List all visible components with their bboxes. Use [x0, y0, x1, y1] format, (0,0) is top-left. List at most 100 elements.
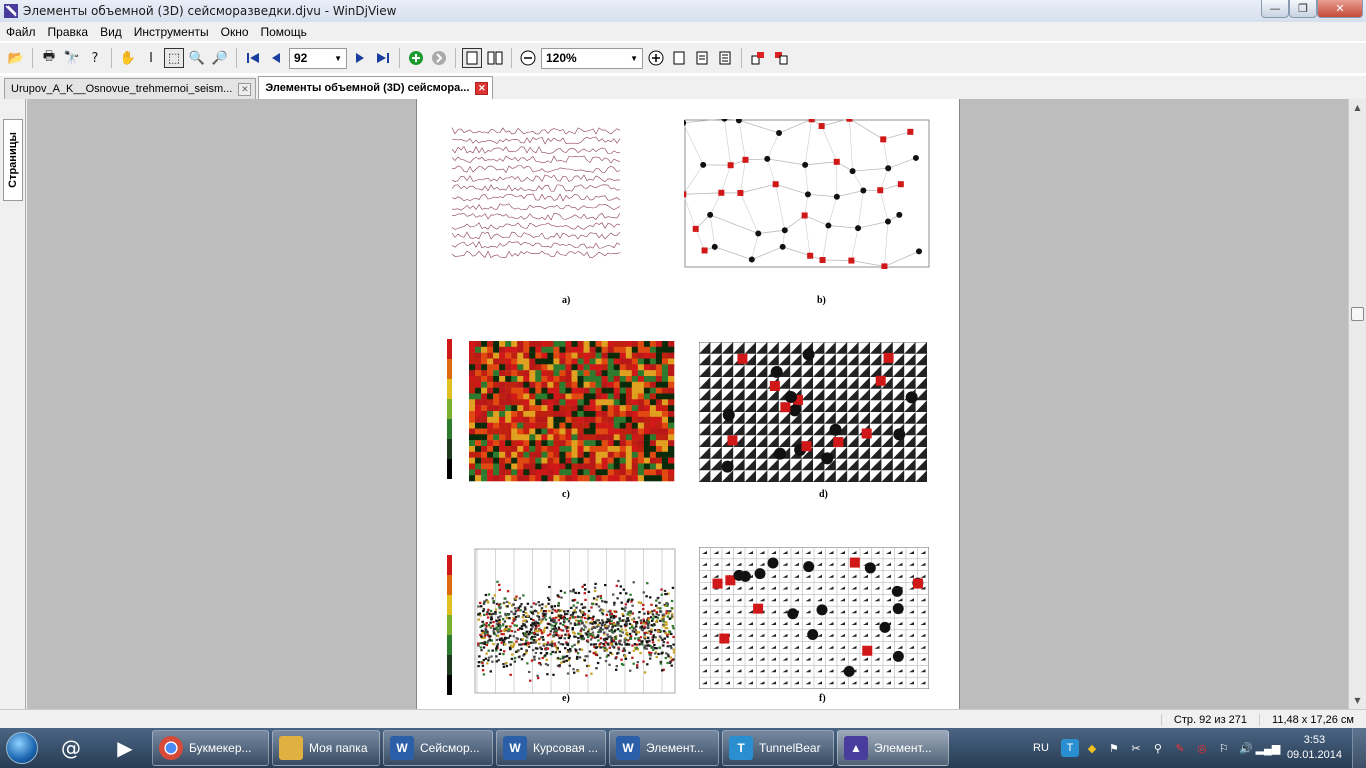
- single-page-icon[interactable]: [462, 48, 482, 68]
- hand-tool-icon[interactable]: ✋: [118, 48, 138, 68]
- grid-cell: [668, 405, 675, 412]
- mail-at-icon[interactable]: @: [46, 730, 96, 766]
- minimize-button[interactable]: —: [1261, 0, 1289, 18]
- find-binoculars-icon[interactable]: 🔭: [62, 48, 82, 68]
- task-windjview[interactable]: ▲ Элемент...: [837, 730, 949, 766]
- tab-elementy[interactable]: Элементы объемной (3D) сейсмора... ✕: [258, 76, 494, 99]
- scatter-point: [504, 614, 507, 617]
- task-word-1[interactable]: W Сейсмор...: [383, 730, 493, 766]
- scatter-point: [546, 634, 550, 637]
- grid-cell: [643, 370, 651, 377]
- menu-view[interactable]: Вид: [94, 25, 128, 39]
- menu-edit[interactable]: Правка: [42, 25, 95, 39]
- open-folder-icon[interactable]: 📂: [6, 48, 26, 68]
- rotate-right-icon[interactable]: [771, 48, 791, 68]
- zoom-out-icon[interactable]: [518, 48, 538, 68]
- media-player-icon[interactable]: ▶: [100, 730, 150, 766]
- task-word-2[interactable]: W Курсовая ...: [496, 730, 606, 766]
- volume-icon[interactable]: 🔊: [1237, 739, 1255, 757]
- clock[interactable]: 3:53 09.01.2014: [1287, 733, 1342, 763]
- show-desktop-button[interactable]: [1352, 728, 1366, 768]
- grid-cell: [613, 416, 620, 423]
- grid-cell: [553, 451, 560, 458]
- back-icon[interactable]: [406, 48, 426, 68]
- two-page-icon[interactable]: [485, 48, 505, 68]
- grid-cell: [547, 457, 554, 464]
- tray-target-icon[interactable]: ◎: [1193, 739, 1211, 757]
- grid-cell: [601, 393, 608, 400]
- scatter-point: [537, 677, 540, 680]
- maximize-button[interactable]: ❐: [1289, 0, 1317, 18]
- actual-size-icon[interactable]: [715, 48, 735, 68]
- rect-select-icon[interactable]: ⬚: [164, 48, 184, 68]
- scrollbar-thumb[interactable]: [1351, 307, 1364, 321]
- tray-action-center-icon[interactable]: ⚐: [1215, 739, 1233, 757]
- menu-tools[interactable]: Инструменты: [128, 25, 215, 39]
- zoom-in-icon[interactable]: [646, 48, 666, 68]
- close-button[interactable]: ✕: [1317, 0, 1363, 18]
- tray-shield-icon[interactable]: ◆: [1083, 739, 1101, 757]
- document-view[interactable]: a) b) c) d) e) f): [27, 99, 1348, 709]
- fit-page-icon[interactable]: [669, 48, 689, 68]
- close-tab-icon[interactable]: ✕: [475, 81, 489, 95]
- task-chrome[interactable]: Букмекер...: [152, 730, 269, 766]
- page-number-combo[interactable]: 92 ▼: [289, 47, 347, 69]
- pages-panel-tab[interactable]: Страницы: [3, 119, 23, 201]
- scatter-point: [625, 620, 628, 623]
- first-page-icon[interactable]: [243, 48, 263, 68]
- grid-cell: [595, 341, 602, 348]
- fit-width-icon[interactable]: [692, 48, 712, 68]
- forward-icon[interactable]: [429, 48, 449, 68]
- prev-page-icon[interactable]: [266, 48, 286, 68]
- zoom-combo[interactable]: 120% ▼: [541, 47, 643, 69]
- text-select-icon[interactable]: I: [141, 48, 161, 68]
- scroll-up-icon[interactable]: ▲: [1349, 99, 1366, 116]
- tray-pdf-icon[interactable]: ✎: [1171, 739, 1189, 757]
- language-indicator[interactable]: RU: [1033, 742, 1049, 754]
- grid-cell: [475, 463, 482, 470]
- scatter-point: [545, 643, 549, 646]
- rotate-left-icon[interactable]: [748, 48, 768, 68]
- grid-cell: [511, 457, 518, 464]
- help-icon[interactable]: ?: [85, 48, 105, 68]
- menu-window[interactable]: Окно: [215, 25, 255, 39]
- tray-flag-icon[interactable]: ⚑: [1105, 739, 1123, 757]
- zoom-tool-icon[interactable]: 🔍: [187, 48, 207, 68]
- task-tunnelbear[interactable]: T TunnelBear: [722, 730, 834, 766]
- task-folder[interactable]: Моя папка: [272, 730, 380, 766]
- vertical-scrollbar[interactable]: ▲ ▼: [1348, 99, 1366, 709]
- scatter-point: [478, 655, 481, 658]
- grid-cell: [655, 416, 663, 423]
- scatter-point: [525, 620, 528, 623]
- grid-cell: [565, 440, 572, 447]
- grid-cell: [529, 387, 536, 394]
- last-page-icon[interactable]: [373, 48, 393, 68]
- menu-help[interactable]: Помощь: [255, 25, 313, 39]
- scatter-point: [565, 659, 568, 662]
- close-tab-icon[interactable]: ✕: [238, 82, 252, 96]
- tray-network-tool-icon[interactable]: ✂: [1127, 739, 1145, 757]
- red-marker: [772, 181, 779, 188]
- tray-safely-remove-icon[interactable]: ⚲: [1149, 739, 1167, 757]
- tray-app-icon[interactable]: T: [1060, 739, 1079, 757]
- grid-cell: [493, 376, 500, 383]
- scatter-point: [632, 662, 635, 665]
- grid-cell: [487, 469, 494, 476]
- next-page-icon[interactable]: [350, 48, 370, 68]
- tab-urupov[interactable]: Urupov_A_K__Osnovue_trehmernoi_seism... …: [4, 78, 257, 99]
- zoom-rect-icon[interactable]: 🔎: [210, 48, 230, 68]
- print-icon[interactable]: 🖶: [39, 48, 59, 68]
- grid-cell: [625, 434, 633, 441]
- scatter-point: [599, 597, 603, 600]
- grid-cell: [517, 475, 524, 482]
- grid-cell: [649, 434, 657, 441]
- menu-file[interactable]: Файл: [0, 25, 42, 39]
- grid-cell: [607, 387, 614, 394]
- grid-cell: [655, 434, 663, 441]
- scatter-point: [541, 656, 544, 660]
- scroll-down-icon[interactable]: ▼: [1349, 692, 1366, 709]
- start-button[interactable]: [0, 728, 44, 768]
- signal-strength-icon[interactable]: ▂▄▆: [1256, 739, 1281, 757]
- task-word-3[interactable]: W Элемент...: [609, 730, 719, 766]
- black-marker: [829, 423, 842, 436]
